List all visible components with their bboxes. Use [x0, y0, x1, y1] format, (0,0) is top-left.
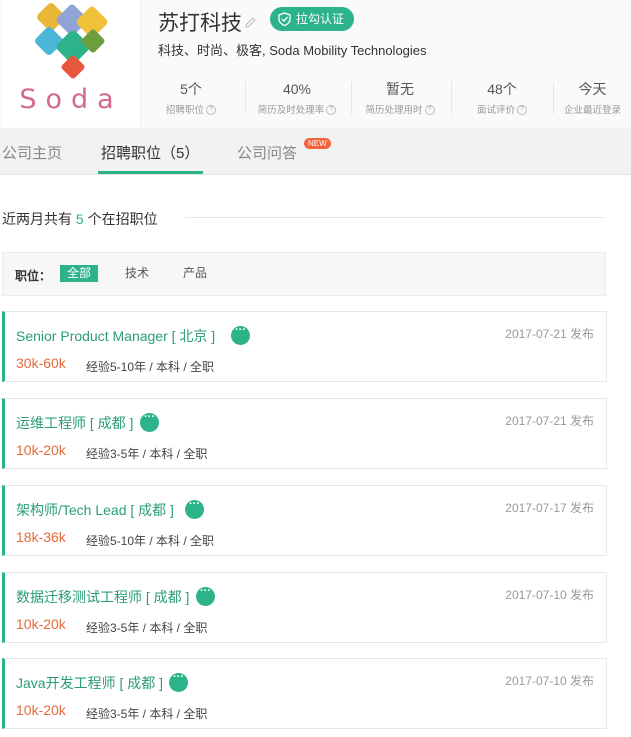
help-icon[interactable]: ?	[326, 105, 337, 116]
stat-value: 今天	[578, 81, 607, 97]
help-icon[interactable]: ?	[424, 105, 435, 116]
stat-label: 招聘职位	[165, 105, 204, 116]
stat-label: 简历处理用时	[365, 105, 423, 116]
stat-last-login: 今天 企业最近登录	[554, 76, 631, 120]
job-date: 2017-07-17 发布	[505, 501, 594, 515]
job-salary: 10k-20k	[16, 702, 66, 718]
job-title[interactable]: 运维工程师 [ 成都 ]	[16, 413, 133, 433]
job-salary: 18k-36k	[16, 529, 66, 545]
stat-label: 面试评价	[476, 105, 515, 116]
chat-icon[interactable]	[185, 498, 204, 519]
logo-mark-icon	[35, 3, 108, 79]
company-name[interactable]: 苏打科技	[158, 7, 242, 37]
job-card[interactable]: Java开发工程师 [ 成都 ] 2017-07-10 发布 10k-20k 经…	[2, 658, 607, 729]
filter-label: 职位：	[15, 269, 52, 283]
company-header: Soda 苏打科技 拉勾认证 科技、时尚、极客, Soda Mobility T…	[0, 0, 631, 129]
company-stats: 5个 招聘职位? 40% 简历及时处理率? 暂无 简历处理用时? 48个 面试评…	[140, 76, 631, 120]
stat-resume-rate: 40% 简历及时处理率?	[246, 76, 348, 120]
divider	[185, 217, 605, 218]
stat-reviews[interactable]: 48个 面试评价?	[452, 76, 552, 120]
job-card[interactable]: 运维工程师 [ 成都 ] 2017-07-21 发布 10k-20k 经验3-5…	[2, 398, 607, 469]
stat-label: 简历及时处理率	[257, 105, 325, 116]
help-icon[interactable]: ?	[206, 105, 216, 116]
stat-value: 48个	[487, 81, 517, 97]
heading-prefix: 近两月共有	[2, 211, 72, 227]
stat-value: 5个	[180, 81, 202, 97]
active-tab-indicator	[98, 171, 203, 174]
job-requirements: 经验3-5年 / 本科 / 全职	[86, 707, 208, 721]
chat-icon[interactable]	[140, 411, 159, 432]
job-card[interactable]: Senior Product Manager [ 北京 ] 2017-07-21…	[2, 311, 607, 382]
jobs-count-heading: 近两月共有 5 个在招职位	[2, 209, 158, 229]
stat-positions: 5个 招聘职位?	[140, 76, 242, 120]
job-date: 2017-07-21 发布	[505, 414, 594, 428]
job-date: 2017-07-21 发布	[505, 327, 594, 341]
filter-option-tech[interactable]: 技术	[118, 265, 156, 282]
heading-suffix: 个在招职位	[87, 211, 158, 227]
verified-badge[interactable]: 拉勾认证	[270, 7, 355, 31]
stat-value: 40%	[282, 81, 312, 97]
chat-icon[interactable]	[231, 324, 250, 345]
tab-home[interactable]: 公司主页	[2, 142, 62, 163]
tab-jobs[interactable]: 招聘职位（5）	[101, 142, 199, 163]
stat-value: 暂无	[386, 81, 414, 97]
job-salary: 10k-20k	[16, 616, 66, 632]
job-card[interactable]: 架构师/Tech Lead [ 成都 ] 2017-07-17 发布 18k-3…	[2, 485, 607, 556]
job-requirements: 经验3-5年 / 本科 / 全职	[86, 621, 208, 635]
tab-qa[interactable]: 公司问答	[237, 142, 297, 163]
job-title[interactable]: 架构师/Tech Lead [ 成都 ]	[16, 500, 174, 520]
edit-icon[interactable]	[244, 14, 258, 28]
job-title[interactable]: 数据迁移测试工程师 [ 成都 ]	[16, 587, 189, 607]
job-date: 2017-07-10 发布	[505, 588, 594, 602]
chat-icon[interactable]	[196, 585, 215, 606]
job-card[interactable]: 数据迁移测试工程师 [ 成都 ] 2017-07-10 发布 10k-20k 经…	[2, 572, 607, 643]
job-requirements: 经验5-10年 / 本科 / 全职	[86, 360, 215, 374]
filter-option-all[interactable]: 全部	[60, 265, 99, 282]
company-tabs: 公司主页 招聘职位（5） 公司问答	[0, 128, 631, 175]
help-icon[interactable]: ?	[517, 105, 527, 116]
new-badge: NEW	[304, 138, 331, 149]
job-requirements: 经验3-5年 / 本科 / 全职	[86, 447, 208, 461]
stat-label: 企业最近登录	[563, 105, 621, 116]
job-title[interactable]: Java开发工程师 [ 成都 ]	[16, 673, 163, 693]
job-salary: 30k-60k	[16, 355, 66, 371]
shield-check-icon	[278, 12, 291, 26]
filter-option-product[interactable]: 产品	[176, 265, 214, 282]
company-tagline: 科技、时尚、极客, Soda Mobility Technologies	[158, 43, 427, 58]
job-salary: 10k-20k	[16, 442, 66, 458]
job-requirements: 经验5-10年 / 本科 / 全职	[86, 534, 215, 548]
job-date: 2017-07-10 发布	[505, 674, 594, 688]
company-logo[interactable]: Soda	[2, 0, 141, 127]
stat-resume-time: 暂无 简历处理用时?	[350, 76, 450, 120]
verified-label: 拉勾认证	[296, 12, 345, 26]
job-title[interactable]: Senior Product Manager [ 北京 ]	[16, 326, 215, 346]
jobs-count: 5	[75, 211, 84, 227]
position-filter: 职位： 全部 技术 产品	[2, 252, 606, 296]
logo-wordmark: Soda	[19, 84, 123, 115]
chat-icon[interactable]	[169, 671, 188, 692]
